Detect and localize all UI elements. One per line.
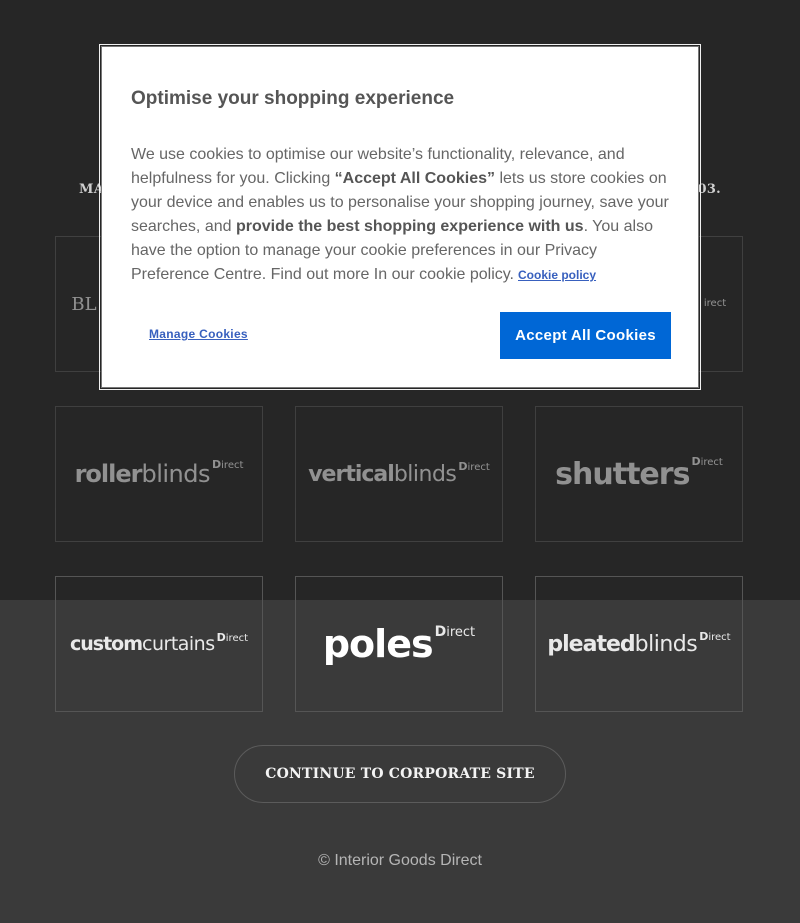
cookie-consent-dialog: Optimise your shopping experience We use… — [99, 44, 701, 390]
brand-logo: shutters Direct — [555, 454, 723, 492]
brand-card-poles[interactable]: poles Direct — [295, 576, 503, 712]
brand-logo: custom curtains Direct — [69, 631, 249, 655]
brand-logo: poles Direct — [322, 622, 476, 666]
brand-logo: roller blinds Direct — [74, 458, 244, 488]
brand-card-customcurtains[interactable]: custom curtains Direct — [55, 576, 263, 712]
cookie-dialog-title: Optimise your shopping experience — [131, 88, 455, 109]
brand-logo: vertical blinds Direct — [308, 459, 490, 487]
brand-logo: BL — [71, 293, 97, 315]
cookie-dialog-text: We use cookies to optimise our website’s… — [131, 146, 669, 283]
brand-card-pleatedblinds[interactable]: pleated blinds Direct — [535, 576, 743, 712]
brand-logo: pleated blinds Direct — [547, 629, 731, 657]
cookie-policy-link[interactable]: Cookie policy — [518, 268, 596, 282]
brand-card-verticalblinds[interactable]: vertical blinds Direct — [295, 406, 503, 542]
brand-card-shutters[interactable]: shutters Direct — [535, 406, 743, 542]
continue-corporate-button[interactable]: CONTINUE TO CORPORATE SITE — [234, 745, 566, 803]
manage-cookies-link[interactable]: Manage Cookies — [149, 327, 248, 341]
accept-all-cookies-button[interactable]: Accept All Cookies — [500, 312, 671, 359]
brand-card-rollerblinds[interactable]: roller blinds Direct — [55, 406, 263, 542]
footer-copyright: © Interior Goods Direct — [318, 852, 482, 869]
intro-right-fragment: 03. — [697, 182, 721, 197]
brand-logo: irect — [703, 297, 727, 309]
